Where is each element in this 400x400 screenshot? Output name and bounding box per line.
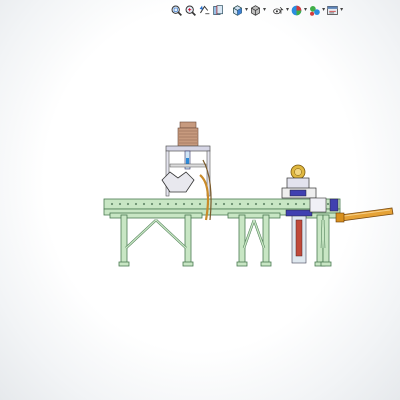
graphics-area[interactable] — [0, 20, 400, 400]
previous-view-button[interactable] — [198, 1, 211, 19]
dropdown-caret-icon[interactable]: ▾ — [304, 7, 307, 13]
diagonal-brace-fill — [253, 219, 265, 249]
cylinder-end-cap — [335, 212, 345, 223]
support-leg — [262, 214, 270, 264]
hydraulic-cylinder[interactable] — [335, 207, 394, 223]
rail-bolt — [190, 202, 194, 206]
sensor-box — [309, 197, 327, 213]
leg-foot — [320, 261, 332, 267]
apply-scene-button[interactable]: ▾ — [308, 1, 325, 19]
leg-foot — [182, 261, 194, 267]
rail-bolt — [198, 202, 202, 206]
lift-mount — [285, 209, 313, 217]
rail-bolt — [110, 202, 114, 206]
dropdown-caret-icon[interactable]: ▾ — [263, 7, 266, 13]
rail-bolt — [134, 202, 138, 206]
support-leg — [120, 214, 128, 264]
cylinder-barrel — [339, 207, 394, 222]
rail-bolt — [174, 202, 178, 206]
diagonal-brace-fill — [155, 219, 187, 249]
rail-bolt — [150, 202, 154, 206]
zoom-to-area-button[interactable] — [184, 1, 197, 19]
display-style-icon — [251, 4, 260, 16]
rail-bolt — [326, 202, 330, 206]
hide-show-items-button[interactable]: ▾ — [272, 1, 289, 19]
heads-up-view-toolbar: ▾ ▾ ▾ ▾ ▾ ▾ — [170, 0, 343, 20]
display-style-button[interactable]: ▾ — [249, 1, 266, 19]
view-orientation-icon — [233, 4, 242, 16]
edit-appearance-icon — [291, 5, 302, 15]
zoom-to-fit-icon — [171, 5, 182, 16]
lift-piston — [295, 219, 303, 257]
diagonal-brace-fill — [125, 219, 157, 249]
diagonal-brace-fill — [322, 219, 325, 249]
motor-cap — [179, 121, 197, 129]
section-view-button[interactable] — [212, 1, 225, 19]
rail-bolt — [278, 202, 282, 206]
section-view-icon — [213, 4, 223, 15]
rail-bolt — [246, 202, 250, 206]
rail-bolt — [126, 202, 130, 206]
end-bracket — [329, 198, 339, 212]
edit-appearance-button[interactable]: ▾ — [290, 1, 307, 19]
zoom-to-area-icon — [185, 5, 196, 16]
hide-show-items-icon — [273, 6, 284, 14]
rail-bolt — [238, 202, 242, 206]
rail-bolt — [118, 202, 122, 206]
rail-bolt — [270, 202, 274, 206]
press-mid-plate — [169, 163, 207, 168]
rail-bolt — [214, 202, 218, 206]
dropdown-caret-icon[interactable]: ▾ — [340, 7, 343, 13]
leg-foot — [260, 261, 272, 267]
apply-scene-icon — [310, 5, 320, 16]
leg-foot — [236, 261, 248, 267]
rail-bolt — [286, 202, 290, 206]
rail-bolt — [166, 202, 170, 206]
rail-bolt — [142, 202, 146, 206]
rail-bolt — [254, 202, 258, 206]
previous-view-icon — [199, 5, 210, 14]
view-orientation-button[interactable]: ▾ — [231, 1, 248, 19]
dropdown-caret-icon[interactable]: ▾ — [322, 7, 325, 13]
press-top-plate — [165, 145, 211, 152]
diagonal-brace-fill — [243, 219, 255, 249]
view-settings-icon — [327, 5, 338, 15]
rail-bolt — [262, 202, 266, 206]
rail-bolt — [182, 202, 186, 206]
conveyor-assembly-model[interactable] — [0, 20, 400, 400]
zoom-to-fit-button[interactable] — [170, 1, 183, 19]
gear-hub — [294, 168, 302, 176]
rail-bolt — [158, 202, 162, 206]
rotary-clamp — [289, 189, 307, 197]
dropdown-caret-icon[interactable]: ▾ — [286, 7, 289, 13]
leg-foot — [118, 261, 130, 267]
rail-bolt — [302, 202, 306, 206]
support-leg — [184, 214, 192, 264]
support-crossbar — [227, 212, 281, 219]
support-leg — [238, 214, 246, 264]
dropdown-caret-icon[interactable]: ▾ — [245, 7, 248, 13]
rail-bolt — [294, 202, 298, 206]
rail-bolt — [222, 202, 226, 206]
view-settings-button[interactable]: ▾ — [326, 1, 343, 19]
rail-bolt — [230, 202, 234, 206]
